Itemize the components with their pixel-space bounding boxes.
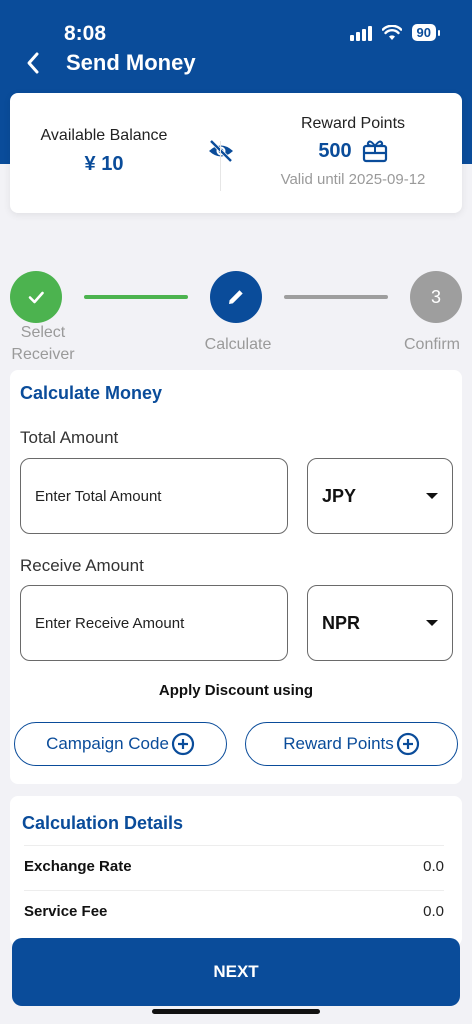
divider: [24, 845, 444, 846]
reward-points-button-label: Reward Points: [283, 734, 394, 753]
wifi-icon: [381, 24, 402, 40]
step-label-calculate: Calculate: [204, 336, 272, 353]
campaign-code-button[interactable]: Campaign Code: [14, 722, 227, 766]
balance-card: Available Balance ¥ 10 Reward Points 500…: [10, 93, 462, 213]
calculation-details-card: Calculation Details Exchange Rate 0.0 Se…: [10, 796, 462, 946]
signal-icon: [349, 25, 372, 41]
step-confirm: 3: [410, 271, 462, 323]
section-title: Calculate Money: [20, 383, 163, 403]
reward-points: Reward Points 500 Valid until 2025-09-12: [253, 115, 453, 188]
status-icons: 90: [349, 24, 441, 41]
exchange-rate-label: Exchange Rate: [24, 858, 132, 875]
total-currency-select[interactable]: JPY: [307, 458, 453, 534]
reward-valid-until: Valid until 2025-09-12: [280, 171, 426, 188]
step-label-select-receiver: Select Receiver: [11, 324, 75, 363]
receive-amount-placeholder: Enter Receive Amount: [35, 614, 185, 632]
next-button[interactable]: NEXT: [12, 938, 460, 1006]
plus-circle-icon: [171, 732, 195, 756]
total-currency-value: JPY: [322, 485, 357, 506]
status-time: 8:08: [64, 22, 107, 45]
gift-card-icon: [362, 140, 387, 163]
details-title: Calculation Details: [22, 813, 184, 833]
service-fee-value: 0.0: [423, 903, 444, 920]
caret-down-icon: [426, 620, 438, 626]
plus-circle-icon: [396, 732, 419, 756]
receive-amount-input[interactable]: Enter Receive Amount: [20, 585, 288, 661]
exchange-rate-row: Exchange Rate 0.0: [24, 858, 444, 875]
service-fee-label: Service Fee: [24, 903, 108, 920]
pencil-icon: [229, 290, 243, 304]
exchange-rate-value: 0.0: [423, 858, 444, 875]
progress-stepper: 3 Select Receiver Calculate Confirm: [0, 268, 472, 368]
available-balance: Available Balance ¥ 10: [10, 127, 198, 176]
check-icon: [28, 291, 44, 304]
total-amount-label: Total Amount: [20, 428, 119, 447]
total-amount-input[interactable]: Enter Total Amount: [20, 458, 288, 534]
step-calculate: [210, 271, 262, 323]
total-amount-placeholder: Enter Total Amount: [35, 487, 162, 505]
campaign-code-label: Campaign Code: [46, 734, 169, 753]
reward-points-button[interactable]: Reward Points: [245, 722, 458, 766]
caret-down-icon: [426, 493, 438, 499]
step-connector-pending: [284, 295, 388, 299]
calculate-money-card: Calculate Money Total Amount Enter Total…: [10, 370, 462, 784]
battery-icon: 90: [411, 24, 441, 41]
reward-points-label: Reward Points: [300, 115, 406, 132]
step-connector-complete: [84, 295, 188, 299]
receive-amount-label: Receive Amount: [20, 556, 144, 575]
eye-off-icon: [209, 139, 233, 163]
step-label-confirm: Confirm: [403, 336, 460, 353]
available-balance-label: Available Balance: [40, 127, 168, 144]
receive-currency-value: NPR: [322, 612, 361, 633]
service-fee-row: Service Fee 0.0: [24, 903, 444, 920]
apply-discount-label: Apply Discount using: [158, 682, 314, 699]
available-balance-value: ¥ 10: [84, 153, 124, 175]
reward-points-value: 500: [318, 139, 352, 162]
divider: [24, 890, 444, 891]
page-title: Send Money: [66, 50, 196, 75]
step-select-receiver: [10, 271, 62, 323]
home-indicator: [152, 1009, 320, 1014]
back-button[interactable]: [18, 48, 48, 78]
chevron-left-icon: [27, 52, 39, 74]
hide-balance-button[interactable]: [207, 139, 235, 163]
receive-currency-select[interactable]: NPR: [307, 585, 453, 661]
divider: [220, 141, 221, 191]
